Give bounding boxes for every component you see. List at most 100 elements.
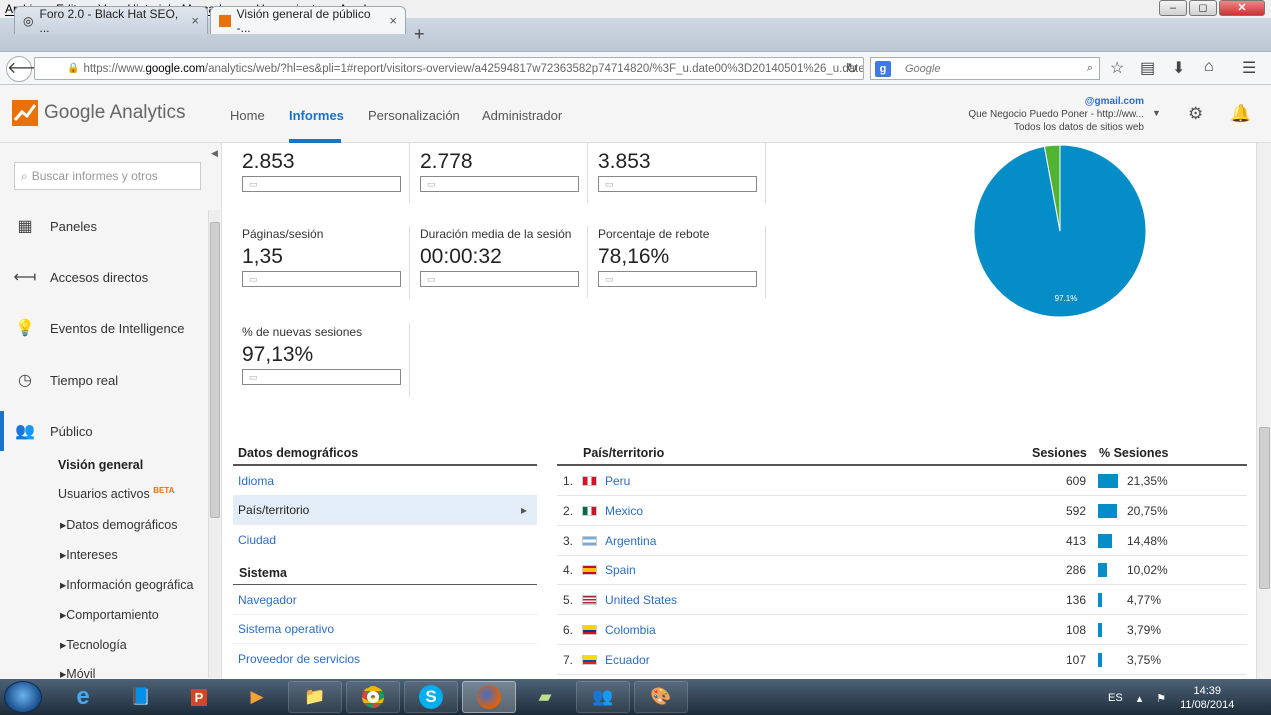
country-link[interactable]: Colombia <box>605 623 656 637</box>
country-link[interactable]: Mexico <box>605 504 643 518</box>
reload-icon[interactable]: ↻ <box>846 60 858 77</box>
ie-icon[interactable]: e <box>56 681 110 713</box>
sidebar-sub-label: Información geográfica <box>66 578 194 592</box>
sidebar-item-label: Accesos directos <box>50 269 149 285</box>
explorer-icon[interactable]: 📁 <box>288 681 342 713</box>
link-ciudad[interactable]: Ciudad <box>233 525 537 555</box>
main-scrollbar[interactable] <box>1256 143 1271 679</box>
people-icon: 👥 <box>15 423 35 440</box>
metric-sessions: 2.853 ▭ <box>242 150 412 230</box>
url-bar[interactable]: 🔒 https://www. google.com/analytics/web/?… <box>34 57 864 80</box>
country-flag-icon <box>582 595 597 606</box>
ga-logo[interactable]: Google Analytics <box>12 100 186 126</box>
google-engine-icon[interactable]: g <box>875 60 891 77</box>
link-sistema-operativo[interactable]: Sistema operativo <box>233 614 537 644</box>
table-row: 3. Argentina 413 14,48% <box>557 526 1247 556</box>
flag-icon[interactable]: ⚑ <box>1156 692 1166 705</box>
metric-divider <box>409 143 410 203</box>
window-controls: – ◻ ✕ <box>1159 0 1265 16</box>
table-row: 4. Spain 286 10,02% <box>557 555 1247 586</box>
metric-label: % de nuevas sesiones <box>242 325 363 339</box>
grid-icon: ▦ <box>17 218 33 235</box>
bell-icon[interactable]: 🔔 <box>1230 104 1251 124</box>
tab-close-icon[interactable]: × <box>191 13 199 28</box>
metric-pageviews: 3.853 ▭ <box>598 150 768 230</box>
nav-administrador[interactable]: Administrador <box>482 108 562 123</box>
skype-icon[interactable]: S <box>404 681 458 713</box>
back-button[interactable]: 🡐 <box>6 56 50 82</box>
nav-informes[interactable]: Informes <box>289 108 344 123</box>
metric-avg-duration: Duración media de la sesión 00:00:32 ▭ <box>420 227 590 307</box>
country-link[interactable]: United States <box>605 593 677 607</box>
tab-close-icon[interactable]: × <box>389 13 397 28</box>
url-prefix: https://www. <box>83 62 146 75</box>
sparkline: ▭ <box>242 369 401 385</box>
minimize-button[interactable]: – <box>1159 0 1187 16</box>
table-row: 6. Colombia 108 3,79% <box>557 615 1247 645</box>
start-button[interactable] <box>4 681 42 713</box>
notes-icon[interactable]: ▰ <box>518 681 572 713</box>
metric-value: 1,35 <box>242 245 283 268</box>
sidebar-sub-tecnologia[interactable]: ▸Tecnología <box>60 637 127 652</box>
search-icon[interactable]: ⌕ <box>1087 62 1093 75</box>
sidebar-item-publico[interactable]: 👥 Público <box>0 411 207 451</box>
media-player-icon[interactable]: ▶ <box>230 681 284 713</box>
link-proveedor[interactable]: Proveedor de servicios <box>233 644 537 674</box>
tab-foro[interactable]: ◎ Foro 2.0 - Black Hat SEO, ... × <box>14 6 208 35</box>
gear-icon[interactable]: ⚙ <box>1188 104 1203 124</box>
chrome-icon[interactable] <box>346 681 400 713</box>
sessions-value: 592 <box>1065 503 1086 518</box>
country-link[interactable]: Peru <box>605 474 630 488</box>
share-value: 20,75% <box>1127 503 1168 518</box>
sidebar-item-eventos[interactable]: 💡 Eventos de Intelligence <box>0 308 207 348</box>
sidebar-sub-vision-general[interactable]: Visión general <box>58 458 143 472</box>
new-tab-button[interactable]: + <box>414 24 425 45</box>
country-link[interactable]: Argentina <box>605 534 656 548</box>
country-link[interactable]: Spain <box>605 563 636 577</box>
demographics-heading: Datos demográficos <box>238 446 359 460</box>
col-header-pct-sessions: % Sesiones <box>1099 446 1169 460</box>
home-icon[interactable]: ⌂ <box>1204 58 1214 76</box>
maximize-button[interactable]: ◻ <box>1189 0 1217 16</box>
search-input[interactable]: Google <box>905 63 940 75</box>
url-path: /analytics/web/?hl=es&pli=1#report/visit… <box>204 62 864 75</box>
language-indicator[interactable]: ES <box>1108 692 1123 704</box>
sidebar-sub-usuarios-activos[interactable]: Usuarios activos BETA <box>58 486 174 501</box>
bookmark-star-icon[interactable]: ☆ <box>1110 58 1124 78</box>
table-row: 2. Mexico 592 20,75% <box>557 496 1247 526</box>
sidebar-item-tiempo-real[interactable]: ◷ Tiempo real <box>0 360 207 400</box>
sidebar-sub-geografica[interactable]: ▸Información geográfica <box>60 577 193 592</box>
people-app-icon[interactable]: 👥 <box>576 681 630 713</box>
close-button[interactable]: ✕ <box>1219 0 1265 16</box>
bookmarks-list-icon[interactable]: ▤ <box>1140 58 1155 78</box>
clock[interactable]: 14:39 11/08/2014 <box>1180 684 1234 712</box>
share-value: 14,48% <box>1127 533 1168 548</box>
paint-icon[interactable]: 🎨 <box>634 681 688 713</box>
firefox-icon[interactable] <box>462 681 516 713</box>
sidebar-sub-demograficos[interactable]: ▸Datos demográficos <box>60 517 177 532</box>
account-dropdown-icon[interactable]: ▼ <box>1152 108 1161 118</box>
link-navegador[interactable]: Navegador <box>233 585 537 615</box>
country-link[interactable]: Ecuador <box>605 653 650 667</box>
menu-icon[interactable]: ☰ <box>1242 58 1256 78</box>
tray-arrow-icon[interactable]: ▴ <box>1137 692 1143 705</box>
collapse-sidebar-icon[interactable]: ◀ <box>211 148 218 159</box>
sidebar-scrollbar[interactable] <box>208 210 220 678</box>
search-bar[interactable]: g Google ⌕ <box>870 57 1100 80</box>
report-search-input[interactable]: ⌕ Buscar informes y otros <box>14 162 201 190</box>
notepad-icon[interactable]: 📘 <box>114 681 168 713</box>
sidebar-sub-comportamiento[interactable]: ▸Comportamiento <box>60 607 159 622</box>
sidebar-item-paneles[interactable]: ▦ Paneles <box>0 206 207 246</box>
download-icon[interactable]: ⬇ <box>1172 58 1185 78</box>
pie-slice-label: 97.1% <box>1055 294 1078 303</box>
link-idioma[interactable]: Idioma <box>233 466 537 496</box>
tab-vision-general[interactable]: Visión general de público -... × <box>210 6 406 35</box>
account-selector[interactable]: @gmail.com Que Negocio Puedo Poner - htt… <box>968 95 1144 134</box>
tab-title: Foro 2.0 - Black Hat SEO, ... <box>39 6 179 35</box>
powerpoint-icon[interactable]: P <box>172 681 226 713</box>
nav-home[interactable]: Home <box>230 108 265 123</box>
link-pais-territorio[interactable]: País/territorio ▸ <box>233 495 537 525</box>
sidebar-item-accesos[interactable]: ⟻ Accesos directos <box>0 257 207 297</box>
sidebar-sub-intereses[interactable]: ▸Intereses <box>60 547 118 562</box>
nav-personalizacion[interactable]: Personalización <box>368 108 460 123</box>
